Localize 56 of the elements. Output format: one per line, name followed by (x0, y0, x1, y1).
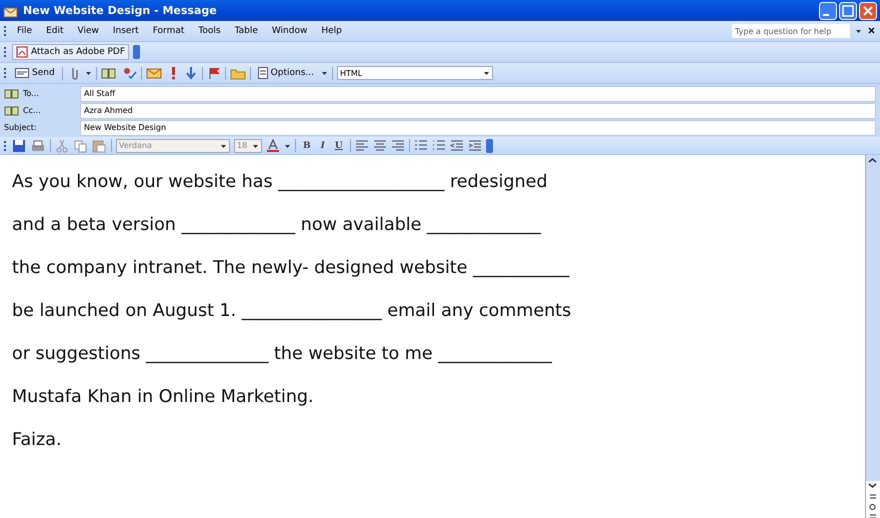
flag-icon[interactable] (206, 66, 221, 80)
italic-button[interactable]: I (318, 140, 328, 150)
window-title: New Website Design - Message (23, 4, 218, 17)
header-field[interactable]: Azra Ahmed (80, 102, 876, 118)
align-center-icon[interactable] (372, 138, 387, 152)
menu-item[interactable]: Tools (193, 26, 226, 36)
scroll-up-icon[interactable] (866, 155, 879, 165)
attach-pdf-button[interactable]: Attach as Adobe PDF (12, 44, 130, 60)
scroll-down-icon[interactable] (866, 481, 879, 491)
close-button[interactable] (859, 2, 877, 20)
address-book-icon[interactable] (4, 88, 20, 98)
menu-item[interactable]: Help (316, 26, 347, 36)
options-button[interactable]: Options... (254, 66, 317, 80)
print-icon[interactable] (30, 138, 46, 152)
menu-item[interactable]: File (12, 26, 38, 36)
menu-item[interactable]: Table (230, 26, 263, 36)
body-text-line: Mustafa Khan in Online Marketing. (12, 386, 315, 409)
field-label: Subject: (4, 123, 37, 132)
document-icon (258, 67, 268, 79)
field-label[interactable]: To... (23, 89, 39, 98)
body-text-line: be launched on August 1. ________________ email any comments (12, 300, 572, 323)
paste-icon[interactable] (91, 138, 107, 152)
menu-item[interactable]: Edit (41, 26, 68, 36)
dropdown-icon (482, 69, 490, 77)
save-icon[interactable] (12, 138, 26, 152)
font-color-icon[interactable] (266, 138, 280, 152)
address-book-icon[interactable] (100, 66, 117, 80)
body-text-line: As you know, our website has ___________________ redesigned (12, 171, 548, 194)
increase-indent-icon[interactable] (468, 138, 482, 152)
menu-item[interactable]: Insert (108, 26, 144, 36)
body-text-line: and a beta version _____________ now available _____________ (12, 214, 542, 237)
header-field[interactable]: All Staff (80, 86, 876, 102)
message-format-dropdown[interactable]: HTML (336, 66, 493, 80)
bullet-list-icon[interactable] (432, 138, 446, 152)
maximize-button[interactable] (839, 2, 857, 20)
menu-item[interactable]: Format (148, 26, 190, 36)
body-text-line: or suggestions ______________ the website to me _____________ (12, 343, 553, 366)
bold-button[interactable]: B (300, 140, 314, 150)
align-left-icon[interactable] (354, 138, 369, 152)
body-text-line: Faiza. (12, 429, 63, 452)
menu-item[interactable]: Window (266, 26, 312, 36)
align-right-icon[interactable] (390, 138, 405, 152)
numbered-list-icon[interactable] (414, 138, 428, 152)
address-book-icon[interactable] (4, 106, 20, 116)
field-label[interactable]: Cc... (23, 106, 41, 115)
decrease-indent-icon[interactable] (450, 138, 464, 152)
copy-icon[interactable] (73, 138, 87, 152)
header-field[interactable]: New Website Design (80, 120, 876, 136)
underline-button[interactable]: U (332, 140, 346, 150)
body-text-line: the company intranet. The newly- designed website ___________ (12, 257, 570, 280)
send-button[interactable]: Send (12, 67, 58, 79)
scrollbar[interactable] (865, 155, 880, 518)
minimize-button[interactable] (819, 2, 837, 20)
menu-item[interactable]: View (72, 26, 104, 36)
down-arrow-icon[interactable] (184, 66, 198, 80)
help-search-field[interactable]: Type a question for help (732, 24, 850, 38)
